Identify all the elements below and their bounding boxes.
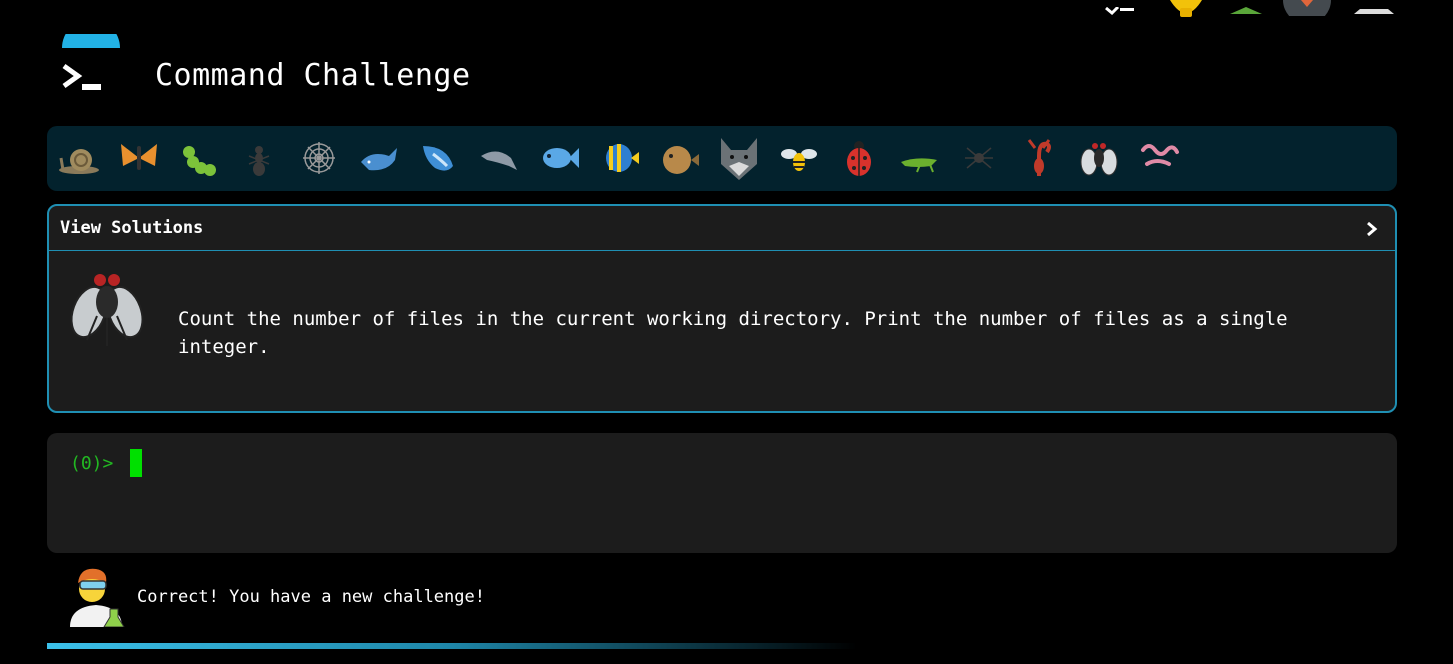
progress-fill bbox=[47, 643, 857, 649]
wolf-icon[interactable] bbox=[717, 136, 761, 180]
triangle-icon[interactable] bbox=[1350, 0, 1398, 19]
spider-icon[interactable] bbox=[957, 136, 1001, 180]
worm-icon[interactable] bbox=[1137, 136, 1181, 180]
avatar-circle-icon[interactable] bbox=[1282, 0, 1332, 24]
blowfish-icon[interactable] bbox=[657, 136, 701, 180]
view-solutions-toggle[interactable]: View Solutions bbox=[60, 218, 203, 238]
cricket-icon[interactable] bbox=[897, 136, 941, 180]
scientist-icon bbox=[66, 565, 126, 628]
fish-icon[interactable] bbox=[537, 136, 581, 180]
top-icon-bar bbox=[1100, 0, 1400, 24]
critter-bar bbox=[47, 126, 1397, 191]
progress-bar bbox=[47, 643, 1397, 649]
page-title: Command Challenge bbox=[155, 58, 471, 93]
butterfly-icon[interactable] bbox=[117, 136, 161, 180]
terminal-prompt: (0)> bbox=[70, 453, 114, 474]
caterpillar-icon[interactable] bbox=[177, 136, 221, 180]
spider-web-icon[interactable] bbox=[297, 136, 341, 180]
terminal-prompt-icon[interactable] bbox=[58, 19, 124, 100]
ladybug-icon[interactable] bbox=[837, 136, 881, 180]
challenge-panel: View Solutions Count the number of files… bbox=[47, 204, 1397, 413]
terminal-cursor bbox=[130, 449, 142, 477]
page: Command Challenge View Solutions Count t… bbox=[0, 0, 1453, 664]
tropical-fish-icon[interactable] bbox=[597, 136, 641, 180]
challenge-description: Count the number of files in the current… bbox=[178, 308, 1288, 358]
scorpion-icon[interactable] bbox=[1017, 136, 1061, 180]
ant-icon[interactable] bbox=[237, 136, 281, 180]
terminal-input[interactable]: (0)> bbox=[47, 433, 1397, 553]
whale-icon[interactable] bbox=[357, 136, 401, 180]
fly-icon bbox=[67, 266, 147, 350]
bee-icon[interactable] bbox=[777, 136, 821, 180]
tree-icon[interactable] bbox=[1228, 0, 1264, 19]
lightbulb-icon[interactable] bbox=[1166, 0, 1206, 22]
snail-icon[interactable] bbox=[57, 136, 101, 180]
dolphin-icon[interactable] bbox=[477, 136, 521, 180]
status-message: Correct! You have a new challenge! bbox=[137, 587, 485, 607]
fly-icon[interactable] bbox=[1077, 136, 1121, 180]
chevron-right-icon[interactable] bbox=[1363, 218, 1381, 240]
spouting-whale-icon[interactable] bbox=[417, 136, 461, 180]
checklist-icon[interactable] bbox=[1104, 0, 1134, 19]
solutions-header[interactable]: View Solutions bbox=[49, 206, 1395, 251]
